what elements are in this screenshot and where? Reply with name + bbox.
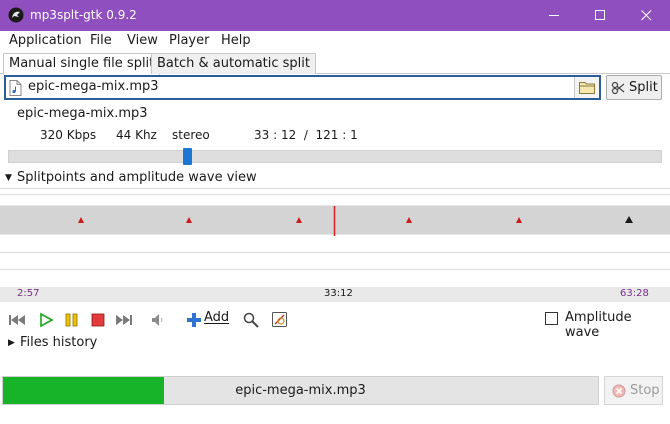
divider [0,188,670,189]
window-title: mp3splt-gtk 0.9.2 [30,8,137,22]
split-button[interactable]: Split [606,75,662,100]
splitpoint-marker[interactable] [516,217,522,223]
time-end: 63:28 [620,288,649,299]
tab-batch-split[interactable]: Batch & automatic split [151,53,316,74]
add-splitpoint-button[interactable]: Add [204,310,229,325]
title-bar: mp3splt-gtk 0.9.2 [0,0,670,31]
previous-icon[interactable] [8,311,26,329]
splitpoint-marker[interactable] [625,216,633,223]
expanded-triangle-icon: ▼ [5,173,12,183]
position-label: 33 : 12 / 121 : 1 [254,128,358,142]
folder-icon [579,82,595,94]
splitpoint-marker[interactable] [78,217,84,223]
split-icon [611,81,625,95]
volume-icon[interactable] [149,311,167,329]
channel-mode-label: stereo [172,128,210,142]
maximize-icon [595,10,605,20]
menu-application[interactable]: Application [9,33,82,48]
files-history-label: Files history [20,335,98,350]
browse-button[interactable] [574,77,599,98]
close-icon [641,10,652,21]
minimize-icon [549,15,559,16]
stop-icon[interactable] [89,311,107,329]
file-path-value: epic-mega-mix.mp3 [28,79,159,94]
audio-file-icon [9,80,22,96]
splitpoints-canvas [78,206,633,236]
current-file-name: epic-mega-mix.mp3 [17,106,148,121]
app-icon [8,7,24,23]
time-ruler: 2:57 33:12 63:28 [0,287,670,302]
collapsed-triangle-icon: ▶ [8,338,15,348]
menu-file[interactable]: File [90,33,112,48]
add-icon[interactable] [185,311,203,329]
minimize-button[interactable] [532,0,578,31]
time-current: 33:12 [324,288,353,299]
next-icon[interactable] [115,311,133,329]
splitpoint-marker[interactable] [186,217,192,223]
menu-view[interactable]: View [127,33,158,48]
tab-bar: Manual single file split Batch & automat… [0,52,670,75]
files-history-expander[interactable]: ▶ Files history [8,335,97,350]
amplitude-wave-label[interactable]: Amplitude wave [565,310,670,340]
wave-view-expander[interactable]: ▼ Splitpoints and amplitude wave view [5,170,257,185]
divider [0,252,670,253]
progress-text: epic-mega-mix.mp3 [235,383,366,398]
stop-button-label: Stop [630,383,660,398]
menu-bar: Application File View Player Help [0,31,670,52]
menu-player[interactable]: Player [169,33,209,48]
splitpoints-wave-view[interactable] [0,186,670,286]
zoom-icon[interactable] [242,311,260,329]
time-start: 2:57 [17,288,40,299]
seek-slider-thumb[interactable] [183,148,192,165]
bitrate-label: 320 Kbps [40,128,97,142]
splitpoint-marker[interactable] [406,217,412,223]
scan-splitpoints-icon[interactable] [271,311,289,329]
play-icon[interactable] [37,311,55,329]
close-button[interactable] [624,0,670,31]
pause-icon[interactable] [63,311,81,329]
maximize-button[interactable] [578,0,624,31]
amplitude-wave-checkbox[interactable] [545,312,558,325]
stop-circle-icon [612,384,626,398]
wave-view-label: Splitpoints and amplitude wave view [17,170,257,185]
splitpoint-marker[interactable] [296,217,302,223]
split-button-label: Split [629,80,658,95]
tab-manual-split[interactable]: Manual single file split [3,53,161,75]
splitpoints-band[interactable] [0,205,670,236]
split-progress-bar: epic-mega-mix.mp3 [2,376,599,405]
stop-split-button[interactable]: Stop [604,376,663,405]
frequency-label: 44 Khz [116,128,157,142]
seek-slider[interactable] [8,150,662,163]
divider [0,194,670,195]
divider [0,269,670,270]
menu-help[interactable]: Help [221,33,251,48]
file-path-input[interactable]: epic-mega-mix.mp3 [4,75,601,100]
